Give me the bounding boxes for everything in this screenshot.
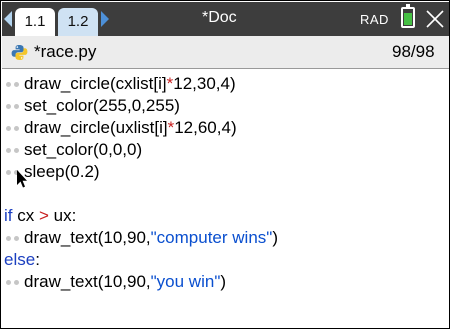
code-line[interactable]: if cx > ux: (4, 205, 444, 227)
code-token: if (4, 206, 13, 225)
code-line[interactable]: else: (4, 249, 444, 271)
code-token: draw_circle(cxlist[i] (24, 74, 167, 93)
code-line[interactable]: draw_circle(cxlist[i]*12,30,4) (4, 73, 444, 95)
document-title: *Doc (202, 9, 237, 26)
tab-scroll-left-arrow-icon[interactable] (4, 11, 12, 27)
code-token: set_color(255,0,255) (24, 96, 180, 115)
code-token: ux: (48, 206, 77, 225)
code-line[interactable]: draw_text(10,90,"computer wins") (4, 227, 444, 249)
code-line[interactable]: draw_text(10,90,"you win") (4, 271, 444, 293)
indent-marker (4, 73, 24, 95)
tab-page-1-1[interactable]: 1.1 (15, 8, 55, 36)
file-name: *race.py (34, 42, 97, 61)
code-token: set_color(0,0,0) (24, 140, 143, 159)
tab-page-1-2[interactable]: 1.2 (58, 8, 98, 36)
indent-marker (4, 117, 24, 139)
python-file-icon (11, 45, 28, 60)
document-tab-bar: 1.1 1.2 *Doc RAD (2, 2, 449, 36)
code-token: 12,60,4) (174, 118, 237, 137)
code-token: draw_text(10,90, (24, 228, 151, 247)
code-line[interactable]: sleep(0.2) (4, 161, 444, 183)
mouse-pointer-icon (17, 170, 27, 188)
indent-marker (4, 227, 24, 249)
code-token: cx (12, 206, 39, 225)
indent-marker (4, 95, 24, 117)
calculator-screen: 1.1 1.2 *Doc RAD *race.py 98/98 draw_cir… (0, 0, 450, 329)
code-token: "computer wins" (150, 228, 273, 247)
code-token: > (38, 206, 49, 225)
code-token: draw_circle(uxlist[i] (24, 118, 168, 137)
code-token: else (4, 250, 36, 269)
line-position-indicator: 98/98 (392, 42, 435, 61)
code-token: draw_text(10,90, (24, 272, 151, 291)
indent-marker (4, 271, 24, 293)
code-line[interactable] (4, 183, 444, 205)
code-token: ) (272, 228, 278, 247)
angle-mode-indicator: RAD (360, 12, 389, 27)
code-token: : (35, 250, 40, 269)
code-token: "you win" (150, 272, 221, 291)
code-line[interactable]: set_color(0,0,0) (4, 139, 444, 161)
code-line[interactable]: set_color(255,0,255) (4, 95, 444, 117)
code-token: 12,30,4) (173, 74, 236, 93)
editor-header: *race.py 98/98 (2, 36, 449, 69)
code-token: sleep(0.2) (24, 162, 100, 181)
code-editor[interactable]: draw_circle(cxlist[i]*12,30,4) set_color(… (4, 73, 444, 293)
indent-marker (4, 139, 24, 161)
battery-icon (401, 4, 415, 28)
close-icon[interactable] (424, 8, 446, 30)
code-token: ) (220, 272, 227, 291)
code-line[interactable]: draw_circle(uxlist[i]*12,60,4) (4, 117, 444, 139)
tab-scroll-right-arrow-icon[interactable] (101, 11, 109, 27)
battery-level-fill (404, 13, 412, 25)
